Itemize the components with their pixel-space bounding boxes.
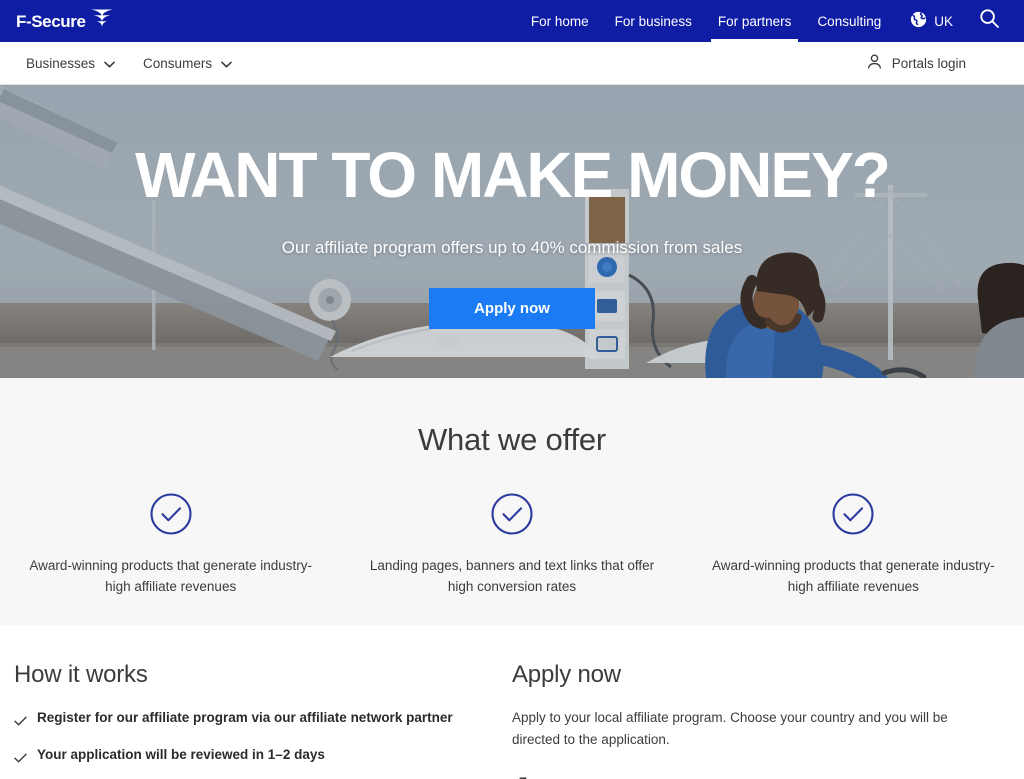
- offer-card-text: Award-winning products that generate ind…: [29, 558, 312, 594]
- how-it-works-step: Your application will be reviewed in 1–2…: [14, 744, 482, 770]
- portals-login-label: Portals login: [891, 55, 966, 71]
- check-circle-icon: [831, 492, 875, 541]
- apply-now-title: Apply now: [512, 661, 621, 688]
- person-icon: [866, 53, 883, 73]
- fsecure-logo[interactable]: F-Secure: [0, 0, 115, 42]
- chevron-down-icon: [104, 56, 115, 71]
- subnav-item-consumers[interactable]: Consumers: [129, 56, 246, 71]
- apply-now-button[interactable]: Apply now: [429, 288, 595, 329]
- globe-icon: [910, 11, 927, 31]
- how-it-works-step: Register for our affiliate program via o…: [14, 707, 482, 733]
- primary-navigation-bar: F-Secure For home For business For partn…: [0, 0, 1024, 42]
- check-circle-icon: [149, 492, 193, 541]
- nav-link-label: For partners: [717, 13, 792, 29]
- check-circle-icon: [490, 492, 534, 541]
- nav-link-for-partners[interactable]: For partners: [705, 0, 805, 42]
- nav-link-label: Consulting: [817, 13, 882, 29]
- subnav-item-label: Consumers: [143, 55, 213, 71]
- nav-link-for-home[interactable]: For home: [518, 0, 602, 42]
- locale-label: UK: [934, 13, 953, 29]
- hero-banner: WANT TO MAKE MONEY? Our affiliate progra…: [0, 85, 1024, 378]
- check-icon: [14, 711, 27, 733]
- how-it-works-title: How it works: [14, 661, 148, 688]
- subnav-item-label: Businesses: [26, 55, 96, 71]
- offer-card: Landing pages, banners and text links th…: [341, 492, 682, 598]
- offer-card: Award-winning products that generate ind…: [683, 492, 1024, 598]
- offer-card: Award-winning products that generate ind…: [0, 492, 341, 598]
- secondary-navigation-bar: Businesses Consumers Portals login: [0, 42, 1024, 85]
- portals-login-button[interactable]: Portals login: [866, 53, 1006, 73]
- nav-link-for-business[interactable]: For business: [602, 0, 705, 42]
- search-button[interactable]: [965, 0, 1006, 42]
- hero-subtitle: Our affiliate program offers up to 40% c…: [281, 238, 743, 257]
- check-icon: [14, 748, 27, 770]
- nav-link-label: For business: [614, 13, 692, 29]
- offer-card-text: Award-winning products that generate ind…: [711, 558, 995, 594]
- apply-now-column: Apply now Apply to your local affiliate …: [512, 661, 1010, 779]
- what-we-offer-title: What we offer: [417, 422, 607, 457]
- lower-content-area: How it works Register for our affiliate …: [0, 625, 1024, 779]
- search-icon: [979, 8, 1000, 34]
- fsecure-shield-icon: [89, 8, 115, 35]
- nav-link-consulting[interactable]: Consulting: [804, 0, 894, 42]
- hero-title: WANT TO MAKE MONEY?: [135, 139, 891, 211]
- locale-selector[interactable]: UK: [894, 0, 965, 42]
- what-we-offer-section: What we offer Award-winning products tha…: [0, 378, 1024, 625]
- offer-card-list: Award-winning products that generate ind…: [0, 492, 1024, 598]
- how-it-works-column: How it works Register for our affiliate …: [14, 661, 512, 779]
- how-it-works-step-text: Your application will be reviewed in 1–2…: [37, 746, 325, 762]
- hero-content: WANT TO MAKE MONEY? Our affiliate progra…: [0, 85, 1024, 378]
- how-it-works-step-text: Register for our affiliate program via o…: [37, 710, 453, 725]
- brand-name: F-Secure: [16, 11, 86, 31]
- chevron-down-icon: [221, 56, 232, 71]
- how-it-works-step-list: Register for our affiliate program via o…: [14, 707, 482, 779]
- nav-link-label: For home: [530, 13, 589, 29]
- primary-nav-links: For home For business For partners Consu…: [518, 0, 1024, 42]
- subnav-item-businesses[interactable]: Businesses: [12, 56, 129, 71]
- offer-card-text: Landing pages, banners and text links th…: [369, 558, 655, 594]
- apply-now-description: Apply to your local affiliate program. C…: [512, 710, 948, 747]
